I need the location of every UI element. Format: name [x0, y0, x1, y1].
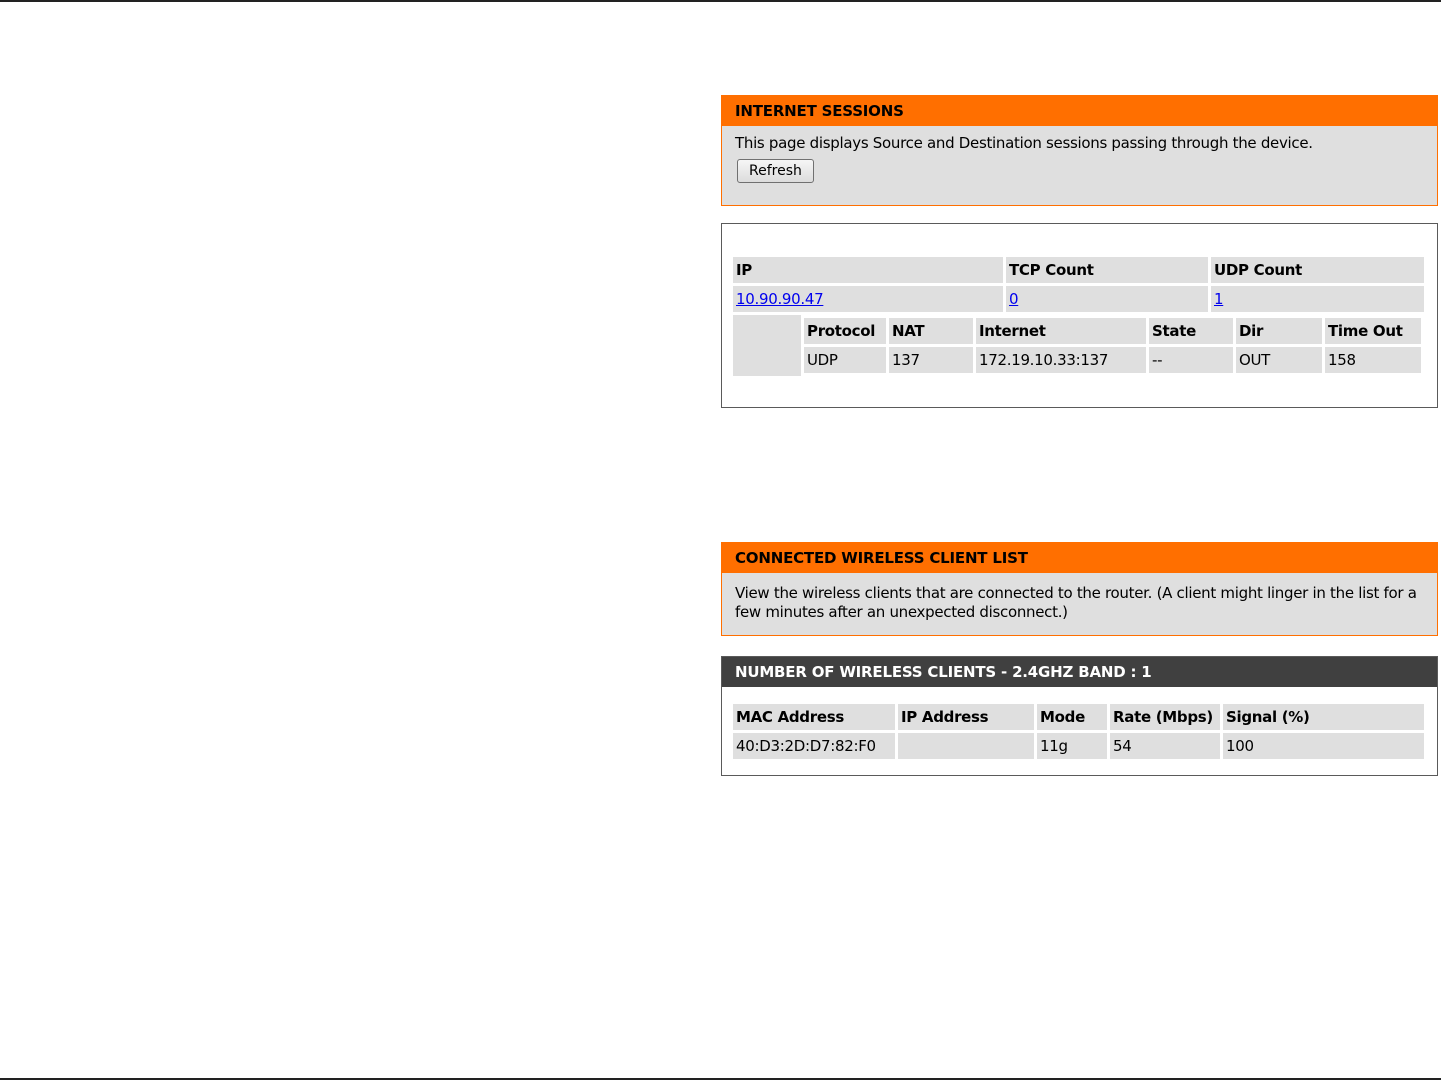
wireless-clients-box: NUMBER OF WIRELESS CLIENTS - 2.4GHZ BAND… — [721, 656, 1438, 776]
tcp-count-header: TCP Count — [1006, 257, 1208, 283]
session-detail-layout: Protocol NAT Internet State Dir Time Out… — [733, 315, 1424, 376]
sessions-table: IP TCP Count UDP Count 10.90.90.47 0 1 P… — [730, 254, 1427, 379]
session-udp-cell: 1 — [1211, 286, 1424, 312]
detail-nat: 137 — [889, 347, 973, 373]
wireless-clients-title: NUMBER OF WIRELESS CLIENTS - 2.4GHZ BAND… — [722, 657, 1437, 687]
detail-data-row: UDP 137 172.19.10.33:137 -- OUT 158 — [804, 347, 1421, 373]
udp-count-header: UDP Count — [1211, 257, 1424, 283]
detail-internet: 172.19.10.33:137 — [976, 347, 1146, 373]
detail-protocol: UDP — [804, 347, 886, 373]
dir-header: Dir — [1236, 318, 1322, 344]
client-rate: 54 — [1110, 733, 1220, 759]
ip-address-header: IP Address — [898, 704, 1034, 730]
sessions-table-box: IP TCP Count UDP Count 10.90.90.47 0 1 P… — [721, 223, 1438, 408]
session-detail-cell: Protocol NAT Internet State Dir Time Out… — [733, 315, 1424, 376]
session-tcp-link[interactable]: 0 — [1009, 290, 1019, 308]
client-signal: 100 — [1223, 733, 1424, 759]
protocol-header: Protocol — [804, 318, 886, 344]
session-detail-table: Protocol NAT Internet State Dir Time Out… — [801, 315, 1424, 376]
refresh-button[interactable]: Refresh — [737, 159, 814, 183]
session-tcp-cell: 0 — [1006, 286, 1208, 312]
client-mac: 40:D3:2D:D7:82:F0 — [733, 733, 895, 759]
detail-state: -- — [1149, 347, 1233, 373]
mac-address-header: MAC Address — [733, 704, 895, 730]
client-ip — [898, 733, 1034, 759]
state-header: State — [1149, 318, 1233, 344]
wireless-clients-table: MAC Address IP Address Mode Rate (Mbps) … — [730, 701, 1427, 762]
session-row: 10.90.90.47 0 1 — [733, 286, 1424, 312]
internet-sessions-title: INTERNET SESSIONS — [722, 96, 1437, 126]
wireless-client-row: 40:D3:2D:D7:82:F0 11g 54 100 — [733, 733, 1424, 759]
timeout-header: Time Out — [1325, 318, 1421, 344]
wireless-header-row: MAC Address IP Address Mode Rate (Mbps) … — [733, 704, 1424, 730]
detail-indent — [733, 315, 801, 376]
signal-header: Signal (%) — [1223, 704, 1424, 730]
top-rule — [0, 0, 1441, 2]
internet-sessions-description: This page displays Source and Destinatio… — [735, 134, 1313, 152]
session-udp-link[interactable]: 1 — [1214, 290, 1224, 308]
detail-header-row: Protocol NAT Internet State Dir Time Out — [804, 318, 1421, 344]
detail-timeout: 158 — [1325, 347, 1421, 373]
wireless-client-list-title: CONNECTED WIRELESS CLIENT LIST — [722, 543, 1437, 573]
nat-header: NAT — [889, 318, 973, 344]
internet-sessions-panel: INTERNET SESSIONS This page displays Sou… — [721, 95, 1438, 206]
session-ip-cell: 10.90.90.47 — [733, 286, 1003, 312]
wireless-client-list-panel: CONNECTED WIRELESS CLIENT LIST View the … — [721, 542, 1438, 636]
session-detail-row: Protocol NAT Internet State Dir Time Out… — [733, 315, 1424, 376]
ip-header: IP — [733, 257, 1003, 283]
sessions-header-row: IP TCP Count UDP Count — [733, 257, 1424, 283]
client-mode: 11g — [1037, 733, 1107, 759]
mode-header: Mode — [1037, 704, 1107, 730]
wireless-client-list-description: View the wireless clients that are conne… — [735, 584, 1417, 621]
session-ip-link[interactable]: 10.90.90.47 — [736, 290, 824, 308]
rate-header: Rate (Mbps) — [1110, 704, 1220, 730]
detail-dir: OUT — [1236, 347, 1322, 373]
bottom-rule — [0, 1078, 1441, 1080]
internet-header: Internet — [976, 318, 1146, 344]
